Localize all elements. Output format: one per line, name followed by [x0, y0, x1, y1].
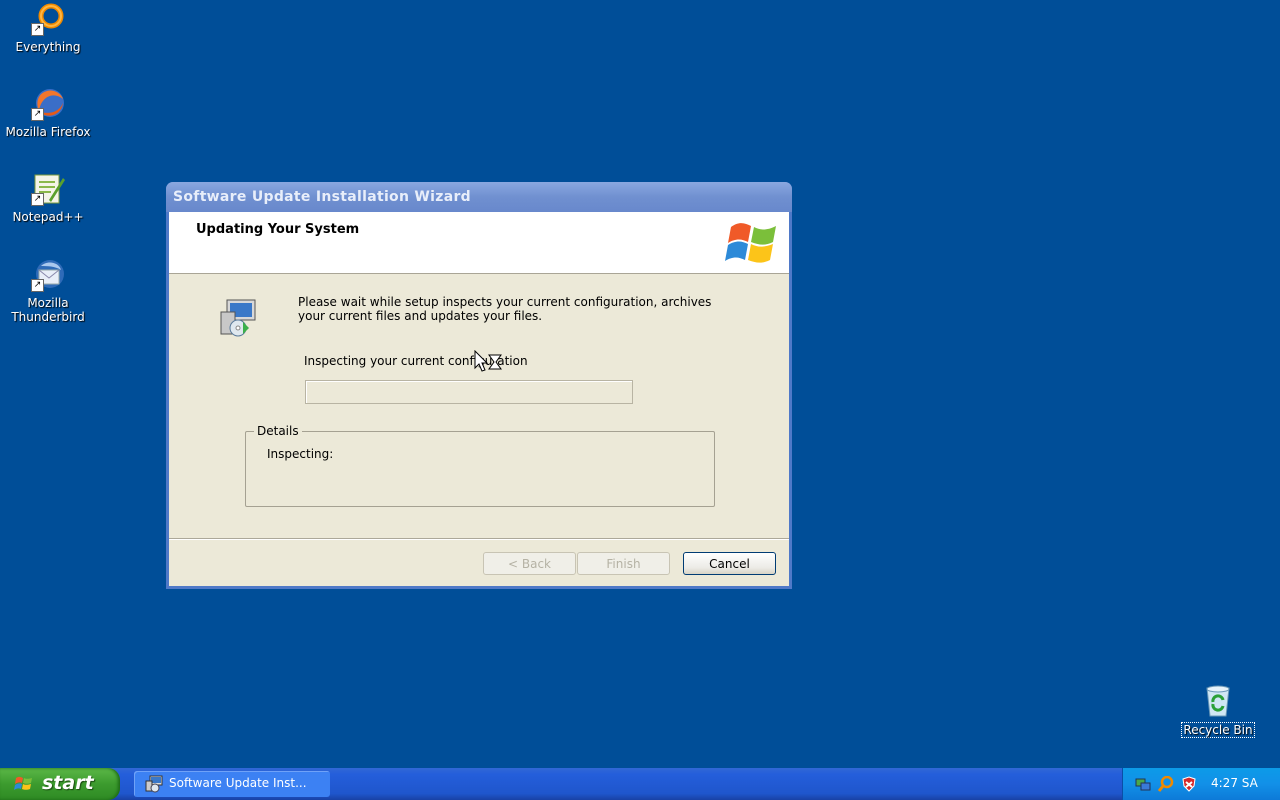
security-shield-icon[interactable] [1181, 776, 1197, 792]
setup-computer-icon [145, 775, 163, 793]
desktop-icon-notepadpp[interactable]: ↗ Notepad++ [0, 172, 96, 224]
desktop-icon-label: Mozilla Firefox [5, 125, 91, 139]
desktop-icon-thunderbird[interactable]: ↗ Mozilla Thunderbird [0, 258, 96, 324]
shortcut-arrow-icon: ↗ [31, 193, 44, 206]
windows-flag-icon [14, 775, 34, 793]
taskbar: start Software Update Inst... 4:27 SA [0, 768, 1280, 800]
clock: 4:27 SA [1211, 776, 1258, 790]
taskbar-item-label: Software Update Inst... [169, 776, 307, 790]
desktop: ↗ Everything ↗ Mozilla Firefox ↗ Notepad… [0, 0, 1280, 768]
firefox-icon: ↗ [31, 87, 65, 121]
window-title: Software Update Installation Wizard [173, 189, 471, 205]
notepadpp-icon: ↗ [31, 172, 65, 206]
back-button[interactable]: < Back [483, 552, 576, 575]
shortcut-arrow-icon: ↗ [31, 23, 44, 36]
desktop-icon-label: Recycle Bin [1181, 722, 1255, 738]
everything-icon: ↗ [31, 2, 65, 36]
cancel-button[interactable]: Cancel [683, 552, 776, 575]
start-button[interactable]: start [0, 768, 120, 800]
thunderbird-icon: ↗ [31, 258, 65, 292]
wizard-header: Updating Your System [169, 212, 789, 274]
network-icon[interactable] [1135, 776, 1151, 792]
windows-logo-icon [725, 217, 781, 269]
desktop-icon-label: Mozilla Thunderbird [11, 296, 85, 324]
desktop-icon-firefox[interactable]: ↗ Mozilla Firefox [0, 87, 96, 139]
desktop-icon-recycle-bin[interactable]: Recycle Bin [1170, 684, 1266, 738]
shortcut-arrow-icon: ↗ [31, 108, 44, 121]
start-label: start [42, 772, 94, 794]
system-tray: 4:27 SA [1122, 768, 1280, 800]
shortcut-arrow-icon: ↗ [31, 279, 44, 292]
window-client-area: Updating Your System Please wait while s… [169, 212, 789, 586]
footer-separator [169, 538, 789, 540]
window-titlebar[interactable]: Software Update Installation Wizard [166, 182, 792, 212]
desktop-icon-everything[interactable]: ↗ Everything [0, 2, 96, 54]
mouse-cursor-icon [474, 349, 504, 374]
desktop-icon-label: Everything [15, 40, 81, 54]
details-text: Inspecting: [267, 447, 334, 461]
desktop-icon-label: Notepad++ [12, 210, 84, 224]
details-group: Details Inspecting: [245, 424, 715, 507]
finish-button[interactable]: Finish [577, 552, 670, 575]
wizard-message: Please wait while setup inspects your cu… [298, 295, 712, 323]
setup-computer-icon [217, 298, 259, 338]
taskbar-item-wizard[interactable]: Software Update Inst... [134, 771, 330, 797]
search-icon[interactable] [1157, 775, 1174, 792]
details-legend: Details [254, 424, 302, 438]
wizard-body: Please wait while setup inspects your cu… [169, 274, 789, 539]
wizard-header-title: Updating Your System [196, 222, 360, 237]
progress-bar [305, 380, 633, 404]
recycle-bin-icon [1201, 684, 1235, 718]
wizard-window: Software Update Installation Wizard Upda… [166, 182, 792, 589]
